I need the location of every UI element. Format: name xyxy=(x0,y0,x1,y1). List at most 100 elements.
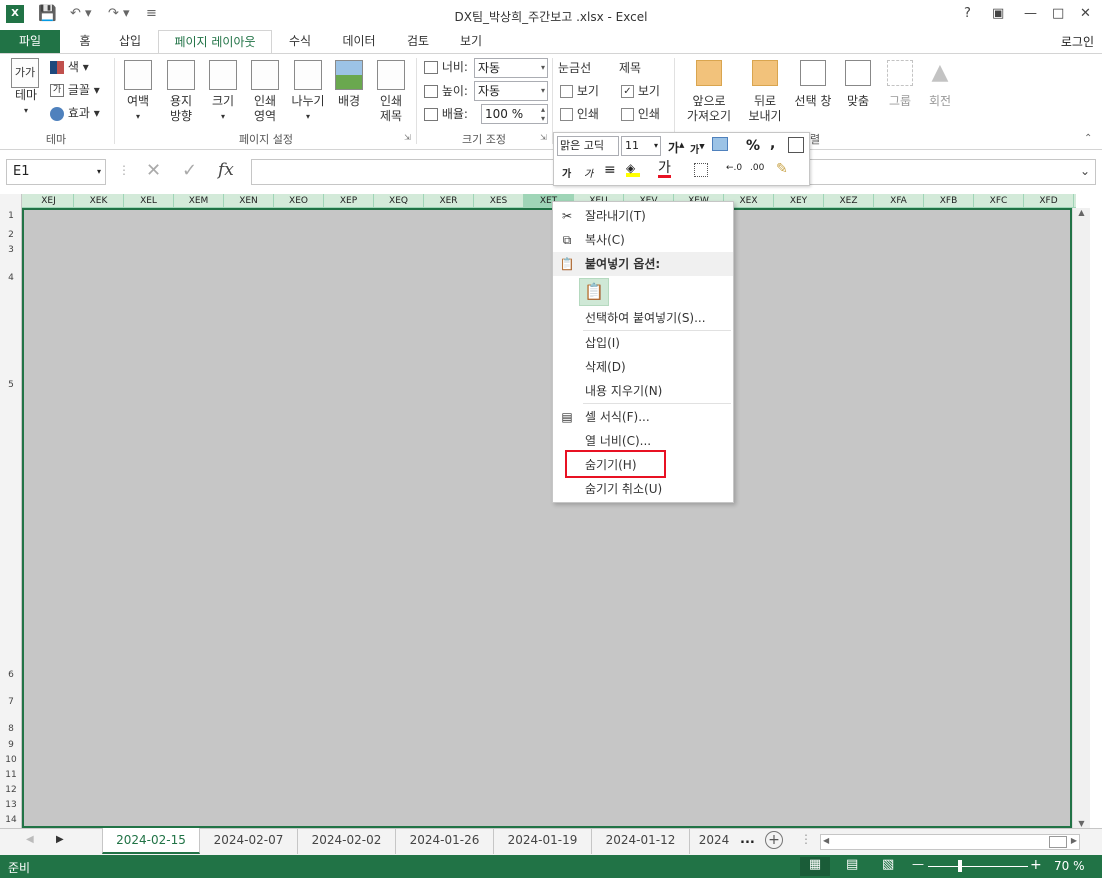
menu-item-cut[interactable]: ✂ 잘라내기(T) xyxy=(553,204,733,228)
format-painter-icon[interactable]: ✎ xyxy=(776,161,788,177)
zoom-out-icon[interactable]: — xyxy=(912,857,924,871)
headings-print-checkbox[interactable]: 인쇄 xyxy=(621,107,660,122)
row-header[interactable]: 11 xyxy=(0,770,22,780)
align-button[interactable]: 맞춤 xyxy=(840,60,876,109)
menu-item-clear-contents[interactable]: 내용 지우기(N) xyxy=(553,379,733,403)
paste-icon[interactable]: 📋 xyxy=(579,278,609,306)
prev-sheet-icon[interactable]: ◀ xyxy=(26,834,34,845)
column-header[interactable]: XEL xyxy=(124,194,174,208)
tab-formulas[interactable]: 수식 xyxy=(280,30,320,53)
column-header[interactable]: XEK xyxy=(74,194,124,208)
close-icon[interactable]: ✕ xyxy=(1080,6,1091,21)
increase-decimal-icon[interactable]: ←.0 xyxy=(726,163,742,173)
sheet-tab[interactable]: 2024-02-02 xyxy=(298,828,396,854)
insert-function-icon[interactable]: fx xyxy=(218,160,234,180)
column-header[interactable]: XFB xyxy=(924,194,974,208)
zoom-slider-thumb[interactable] xyxy=(958,860,962,872)
row-header[interactable]: 8 xyxy=(0,724,22,734)
send-backward-button[interactable]: 뒤로 보내기 xyxy=(742,60,788,124)
scroll-up-icon[interactable]: ▲ xyxy=(1073,208,1090,217)
vertical-scrollbar[interactable]: ▲ ▼ xyxy=(1072,208,1090,828)
sheet-tab[interactable]: 2024 xyxy=(690,828,738,854)
sheet-tab[interactable]: 2024-01-26 xyxy=(396,828,494,854)
worksheet-grid[interactable] xyxy=(22,208,1072,828)
themes-button[interactable]: 가가 테마 ▾ xyxy=(8,58,44,124)
bold-icon[interactable]: 가 xyxy=(562,165,571,180)
background-button[interactable]: 배경 xyxy=(333,60,365,109)
borders-icon[interactable] xyxy=(694,163,708,177)
percent-icon[interactable]: % xyxy=(746,138,760,154)
collapse-ribbon-icon[interactable]: ⌃ xyxy=(1084,133,1092,144)
gridlines-print-checkbox[interactable]: 인쇄 xyxy=(560,107,599,122)
expand-formula-bar-icon[interactable]: ⌄ xyxy=(1080,164,1090,178)
minimize-icon[interactable]: — xyxy=(1024,6,1037,21)
tab-view[interactable]: 보기 xyxy=(450,30,492,53)
scroll-down-icon[interactable]: ▼ xyxy=(1073,819,1090,828)
horizontal-scrollbar[interactable]: ◀ ▶ xyxy=(820,834,1080,850)
page-setup-launcher-icon[interactable]: ⇲ xyxy=(404,133,411,142)
column-header[interactable]: XEO xyxy=(274,194,324,208)
help-button[interactable]: ? xyxy=(964,6,971,21)
enter-icon[interactable]: ✓ xyxy=(182,160,197,181)
font-name-select[interactable]: 맑은 고딕 xyxy=(557,136,619,156)
menu-item-format-cells[interactable]: ▤ 셀 서식(F)... xyxy=(553,405,733,429)
more-sheets-button[interactable]: ... xyxy=(740,832,755,847)
select-all-button[interactable] xyxy=(0,194,22,208)
column-header[interactable]: XFD xyxy=(1024,194,1074,208)
zoom-slider[interactable] xyxy=(928,866,1028,867)
column-header[interactable]: XEQ xyxy=(374,194,424,208)
shrink-font-icon[interactable]: 가▼ xyxy=(690,141,705,156)
scroll-right-icon[interactable]: ▶ xyxy=(1071,836,1077,845)
page-layout-view-icon[interactable]: ▤ xyxy=(846,857,858,872)
selection-pane-button[interactable]: 선택 창 xyxy=(790,60,836,109)
sheet-tab[interactable]: 2024-02-15 xyxy=(102,828,200,854)
rotate-button[interactable]: ▲ 회전 xyxy=(922,60,958,109)
headings-view-checkbox[interactable]: ✓ 보기 xyxy=(621,84,660,99)
column-header[interactable]: XFA xyxy=(874,194,924,208)
gridlines-view-checkbox[interactable]: 보기 xyxy=(560,84,599,99)
menu-item-delete[interactable]: 삭제(D) xyxy=(553,355,733,379)
sheet-tab[interactable]: 2024-02-07 xyxy=(200,828,298,854)
column-header[interactable]: XEY xyxy=(774,194,824,208)
colors-button[interactable]: 색 ▾ xyxy=(50,60,89,75)
tab-page-layout[interactable]: 페이지 레이아웃 xyxy=(158,30,272,54)
name-box[interactable]: E1 ▾ xyxy=(6,159,106,185)
column-header[interactable]: XES xyxy=(474,194,524,208)
login-link[interactable]: 로그인 xyxy=(1061,33,1094,50)
scale-launcher-icon[interactable]: ⇲ xyxy=(540,133,547,142)
column-header[interactable]: XEJ xyxy=(24,194,74,208)
menu-item-unhide[interactable]: 숨기기 취소(U) xyxy=(553,477,733,501)
comma-icon[interactable]: , xyxy=(770,136,775,152)
row-header[interactable]: 13 xyxy=(0,800,22,810)
scroll-thumb[interactable] xyxy=(1049,836,1067,848)
column-header[interactable]: XEM xyxy=(174,194,224,208)
group-button[interactable]: 그룹 xyxy=(882,60,918,109)
grow-font-icon[interactable]: 가▲ xyxy=(668,139,684,156)
scroll-left-icon[interactable]: ◀ xyxy=(823,836,829,845)
scale-spinner[interactable]: 100 % ▴ ▾ xyxy=(481,104,548,124)
print-titles-button[interactable]: 인쇄 제목 xyxy=(372,60,410,124)
sheet-tab[interactable]: 2024-01-12 xyxy=(592,828,690,854)
row-header[interactable]: 4 xyxy=(0,273,22,283)
row-header[interactable]: 7 xyxy=(0,697,22,707)
size-button[interactable]: 크기 ▾ xyxy=(206,60,240,124)
row-header[interactable]: 12 xyxy=(0,785,22,795)
fonts-button[interactable]: 가 글꼴 ▾ xyxy=(50,83,100,98)
ribbon-display-icon[interactable]: ▣ xyxy=(992,6,1004,21)
height-select[interactable]: 자동 ▾ xyxy=(474,81,548,101)
align-center-icon[interactable]: ≡ xyxy=(604,162,616,178)
column-header[interactable]: XEN xyxy=(224,194,274,208)
italic-icon[interactable]: 가 xyxy=(584,165,593,180)
maximize-icon[interactable]: □ xyxy=(1052,6,1064,21)
tab-data[interactable]: 데이터 xyxy=(333,30,385,53)
row-header[interactable]: 9 xyxy=(0,740,22,750)
margins-button[interactable]: 여백 ▾ xyxy=(120,60,156,124)
tab-split-grip-icon[interactable]: ⋮ xyxy=(800,832,812,846)
menu-item-insert[interactable]: 삽입(I) xyxy=(553,331,733,355)
tab-review[interactable]: 검토 xyxy=(396,30,440,53)
zoom-in-icon[interactable]: + xyxy=(1030,857,1042,873)
row-header[interactable]: 6 xyxy=(0,670,22,680)
row-header[interactable]: 14 xyxy=(0,815,22,825)
row-header[interactable]: 3 xyxy=(0,245,22,255)
page-break-view-icon[interactable]: ▧ xyxy=(882,857,894,872)
